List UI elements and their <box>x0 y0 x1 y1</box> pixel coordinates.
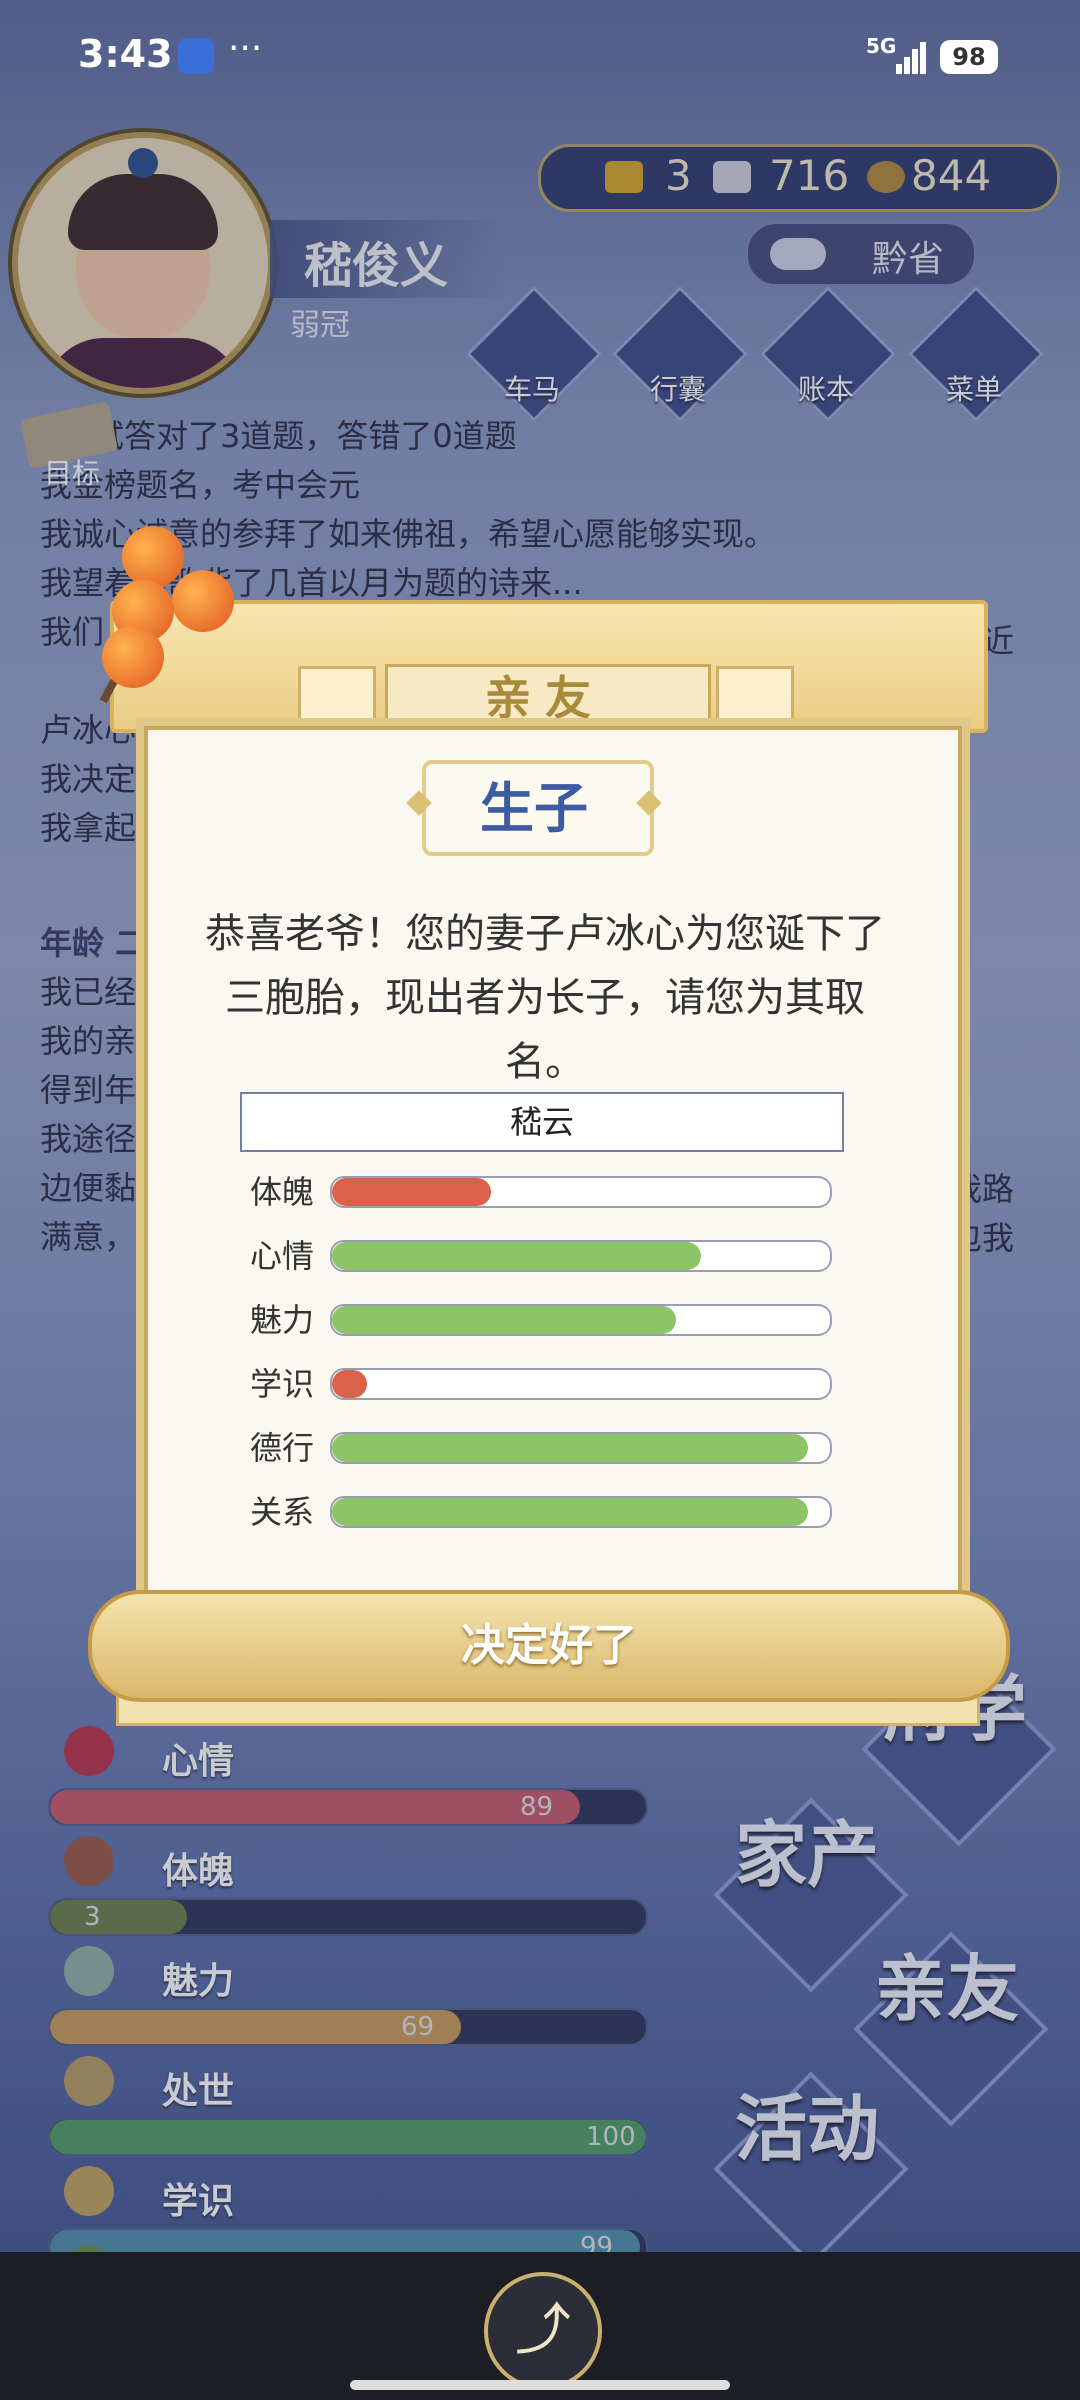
stat-fill <box>332 1434 808 1462</box>
network-type: 5G <box>866 34 897 58</box>
header-ornament <box>716 666 794 726</box>
candied-hawthorn-icon <box>99 526 272 704</box>
stat-row: 魅力 <box>250 1300 950 1340</box>
stat-bar <box>330 1496 832 1528</box>
dialog-subtitle: 生子 <box>480 777 588 840</box>
stat-fill <box>332 1242 701 1270</box>
baidu-app-icon <box>178 38 214 74</box>
stat-fill <box>332 1178 491 1206</box>
stat-bar <box>330 1176 832 1208</box>
stat-label: 魅力 <box>250 1301 315 1339</box>
stat-fill <box>332 1306 676 1334</box>
stat-row: 体魄 <box>250 1172 950 1212</box>
stat-label: 体魄 <box>250 1173 315 1211</box>
share-icon: ⤴ <box>515 2298 571 2363</box>
stat-row: 德行 <box>250 1428 950 1468</box>
stat-row: 学识 <box>250 1364 950 1404</box>
confirm-button[interactable]: 决定好了 <box>88 1590 1010 1702</box>
stat-label: 关系 <box>250 1493 315 1531</box>
naming-dialog: 亲友 生子 恭喜老爷！您的妻子卢冰心为您诞下了三胞胎，现出者为长子，请您为其取名… <box>88 600 1010 1730</box>
stat-bar <box>330 1304 832 1336</box>
header-ornament <box>298 666 376 726</box>
stat-label: 学识 <box>250 1365 315 1403</box>
battery-level: 98 <box>940 40 998 74</box>
stat-fill <box>332 1370 367 1398</box>
child-name-input[interactable]: 嵇云 <box>240 1092 844 1152</box>
stat-row: 心情 <box>250 1236 950 1276</box>
stat-label: 德行 <box>250 1429 315 1467</box>
stat-row: 关系 <box>250 1492 950 1532</box>
stat-bar <box>330 1240 832 1272</box>
status-bar: 3:43 ··· 5G 98 <box>0 0 1080 110</box>
clock-time: 3:43 <box>78 32 173 76</box>
home-indicator[interactable] <box>350 2380 730 2390</box>
stat-bar <box>330 1368 832 1400</box>
share-button[interactable]: ⤴ <box>484 2272 602 2390</box>
dialog-message: 恭喜老爷！您的妻子卢冰心为您诞下了三胞胎，现出者为长子，请您为其取名。 <box>205 911 885 1085</box>
stat-label: 心情 <box>250 1237 315 1275</box>
stat-bar <box>330 1432 832 1464</box>
status-more: ··· <box>228 28 263 69</box>
signal-icon <box>896 42 926 74</box>
stat-fill <box>332 1498 808 1526</box>
